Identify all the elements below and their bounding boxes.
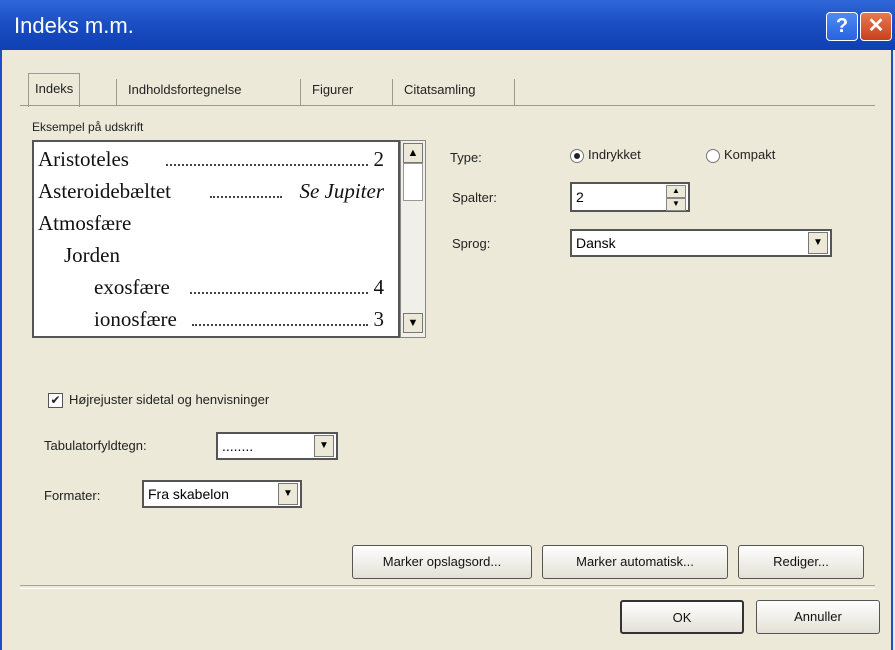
preview-page: 3	[373, 307, 385, 331]
tab-divider	[20, 105, 875, 106]
preview-entry: ionosfære	[94, 307, 177, 331]
tab-indeks[interactable]: Indeks	[28, 73, 81, 107]
preview-entry: exosfære	[94, 275, 170, 299]
preview-row: Jorden	[64, 240, 390, 270]
type-label: Type:	[450, 150, 482, 165]
preview-row: Atmosfære	[38, 208, 390, 238]
scroll-down-icon[interactable]: ▼	[403, 313, 423, 333]
preview-row: ionosfære 3	[94, 304, 390, 334]
help-button[interactable]: ?	[826, 12, 858, 41]
mark-entry-button[interactable]: Marker opslagsord...	[352, 545, 532, 579]
language-label: Sprog:	[452, 236, 491, 251]
tab-leader-label: Tabulatorfyldtegn:	[44, 438, 147, 453]
preview-entry: Atmosfære	[38, 211, 132, 235]
tab-indholdsfortegnelse[interactable]: Indholdsfortegnelse	[122, 75, 247, 105]
chevron-down-icon[interactable]: ▼	[314, 435, 334, 457]
preview-page: 4	[373, 275, 385, 299]
tab-leader-select[interactable]: ........ ▼	[216, 432, 338, 460]
radio-compact-label: Kompakt	[724, 147, 776, 162]
checkmark-icon[interactable]: ✔	[48, 393, 63, 409]
window-title: Indeks m.m.	[14, 13, 134, 38]
print-preview: Aristoteles 2 Asteroidebæltet Se Jupiter…	[32, 140, 400, 338]
leader-dots	[192, 324, 368, 326]
radio-unselected-icon	[706, 148, 720, 163]
spin-up-icon[interactable]: ▲	[666, 185, 686, 198]
preview-page: 2	[373, 147, 385, 171]
radio-indented[interactable]: Indrykket	[570, 147, 641, 163]
scroll-thumb[interactable]	[403, 163, 423, 201]
formats-value: Fra skabelon	[148, 486, 229, 502]
preview-page: Se Jupiter	[299, 179, 384, 203]
preview-entry: Aristoteles	[38, 147, 129, 171]
radio-indented-label: Indrykket	[588, 147, 641, 162]
preview-entry: Asteroidebæltet	[38, 179, 171, 203]
preview-row: Asteroidebæltet Se Jupiter	[38, 176, 390, 206]
right-align-label: Højrejuster sidetal og henvisninger	[69, 392, 270, 407]
tab-separator	[116, 79, 117, 105]
preview-label: Eksempel på udskrift	[32, 120, 144, 134]
leader-dots	[166, 164, 368, 166]
preview-entry: Jorden	[64, 243, 120, 267]
modify-button[interactable]: Rediger...	[738, 545, 864, 579]
radio-compact[interactable]: Kompakt	[706, 147, 775, 163]
tab-citatsamling[interactable]: Citatsamling	[398, 75, 482, 105]
preview-row: Aristoteles 2	[38, 144, 390, 174]
chevron-down-icon[interactable]: ▼	[808, 232, 828, 254]
columns-value: 2	[576, 189, 584, 205]
leader-dots	[210, 196, 282, 198]
tab-leader-value: ........	[222, 438, 254, 454]
preview-scrollbar[interactable]: ▲ ▼	[400, 140, 426, 338]
radio-selected-icon	[570, 148, 584, 163]
chevron-down-icon[interactable]: ▼	[278, 483, 298, 505]
leader-dots	[190, 292, 368, 294]
tab-separator	[392, 79, 393, 105]
tab-separator	[300, 79, 301, 105]
spin-down-icon[interactable]: ▼	[666, 198, 686, 211]
cancel-button[interactable]: Annuller	[756, 600, 880, 634]
formats-label: Formater:	[44, 488, 101, 503]
columns-label: Spalter:	[452, 190, 497, 205]
close-button[interactable]: ✕	[860, 12, 892, 41]
ok-button[interactable]: OK	[620, 600, 744, 634]
separator	[20, 585, 875, 589]
scroll-up-icon[interactable]: ▲	[403, 143, 423, 163]
preview-row: exosfære 4	[94, 272, 390, 302]
columns-spinner[interactable]: 2 ▲ ▼	[570, 182, 690, 212]
title-bar: Indeks m.m. ? ✕	[0, 0, 895, 50]
language-value: Dansk	[576, 235, 616, 251]
tab-figurer[interactable]: Figurer	[306, 75, 359, 105]
right-align-checkbox[interactable]: ✔ Højrejuster sidetal og henvisninger	[48, 392, 270, 409]
automark-button[interactable]: Marker automatisk...	[542, 545, 728, 579]
formats-select[interactable]: Fra skabelon ▼	[142, 480, 302, 508]
spinner-buttons[interactable]: ▲ ▼	[666, 185, 686, 211]
language-select[interactable]: Dansk ▼	[570, 229, 832, 257]
tab-separator	[514, 79, 515, 105]
